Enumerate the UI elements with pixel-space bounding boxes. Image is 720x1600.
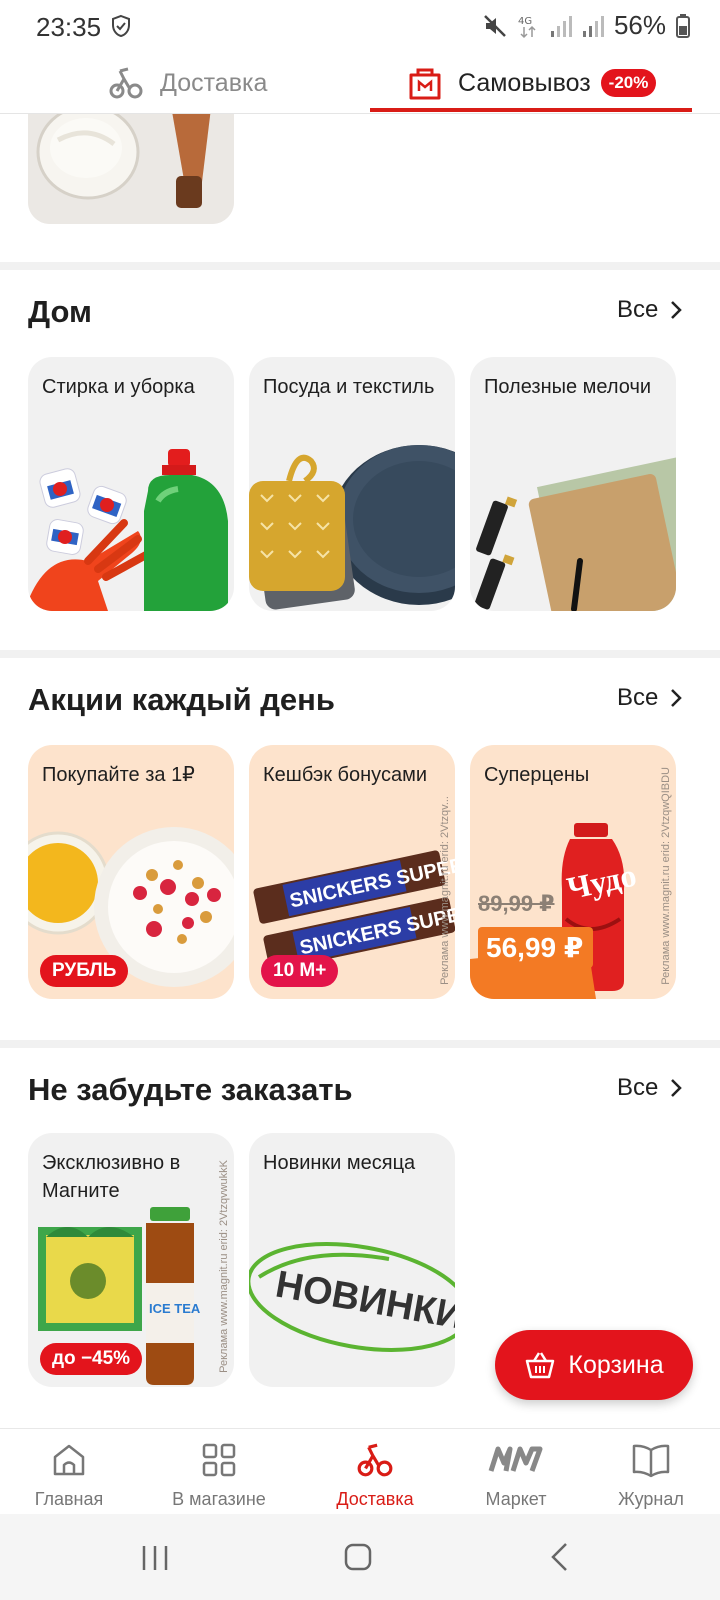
tab-delivery[interactable]: Доставка: [108, 52, 267, 114]
nav-home[interactable]: Главная: [9, 1439, 129, 1510]
nav-label: Журнал: [618, 1489, 684, 1509]
grid-icon: [202, 1443, 236, 1477]
nav-journal[interactable]: Журнал: [591, 1439, 711, 1510]
old-price: 89,99 ₽: [478, 891, 555, 916]
basket-label: Корзина: [568, 1350, 664, 1379]
see-all-promos[interactable]: Все: [617, 684, 683, 712]
card-title: Стирка и уборка: [42, 376, 195, 398]
section-title-dont-forget: Не забудьте заказать: [28, 1072, 353, 1107]
promo-card-buy-for-1[interactable]: Покупайте за 1₽ РУБЛЬ: [28, 745, 234, 999]
new-price: 56,99 ₽: [478, 927, 594, 968]
tab-pickup[interactable]: Самовывоз -20%: [408, 52, 657, 114]
dishes-image: [249, 445, 455, 610]
home-icon: [53, 1444, 85, 1476]
product-text: ICE TEA: [149, 1301, 201, 1316]
signal-icon-2: [582, 15, 604, 37]
category-card-laundry[interactable]: Стирка и уборка: [28, 357, 234, 611]
card-title: Покупайте за 1₽: [42, 764, 195, 786]
laundry-image: [28, 449, 228, 611]
active-tab-indicator: [370, 108, 692, 112]
nav-market[interactable]: Маркет: [456, 1439, 576, 1510]
signal-icon: [550, 15, 572, 37]
card-title: Посуда и текстиль: [263, 376, 435, 398]
partial-category-card[interactable]: [28, 100, 234, 224]
stationery-image: [474, 455, 676, 611]
promo-tag: РУБЛЬ: [40, 955, 129, 987]
section-divider: [0, 262, 720, 270]
new-products-stamp-image: НОВИНКИ: [249, 1242, 455, 1352]
nav-label: Маркет: [485, 1489, 547, 1509]
section-divider: [0, 650, 720, 658]
market-logo-icon: [488, 1446, 543, 1472]
stamp-text: НОВИНКИ: [272, 1263, 455, 1337]
card-title: Кешбэк бонусами: [263, 764, 428, 786]
basket-icon: [526, 1352, 555, 1379]
nav-label: Доставка: [336, 1489, 414, 1509]
ad-note: Реклама www.magnit.ru erid: 2VtzqwQIBDU: [660, 767, 672, 985]
battery-icon: [676, 13, 690, 38]
system-navigation-bar: [0, 1514, 720, 1600]
cosmetics-image: [28, 100, 234, 224]
section-title-promos: Акции каждый день: [28, 682, 335, 717]
bike-icon: [357, 1443, 393, 1477]
basket-button[interactable]: Корзина: [495, 1330, 693, 1400]
card-title: Новинки месяца: [263, 1152, 416, 1174]
category-card-useful-things[interactable]: Полезные мелочи: [470, 357, 676, 611]
bottom-navigation: Главная В магазине Доставка Маркет Журна…: [0, 1428, 720, 1514]
discount-tag: до −45%: [40, 1343, 143, 1375]
section-title-home: Дом: [28, 294, 92, 329]
recent-apps-icon[interactable]: [140, 1544, 170, 1572]
see-all-dont-forget[interactable]: Все: [617, 1074, 683, 1102]
nav-label: В магазине: [172, 1489, 266, 1509]
discount-badge: -20%: [600, 69, 657, 97]
card-title: Полезные мелочи: [484, 376, 652, 398]
tab-pickup-label: Самовывоз: [458, 68, 591, 97]
card-title: Суперцены: [484, 764, 590, 786]
delivery-mode-tabs: Доставка Самовывоз -20%: [0, 52, 720, 114]
home-button-icon[interactable]: [343, 1542, 373, 1572]
bike-icon: [109, 67, 143, 99]
battery-percent: 56%: [613, 10, 666, 40]
mute-icon: [484, 14, 506, 37]
section-divider: [0, 1040, 720, 1048]
see-all-label: Все: [617, 296, 659, 323]
status-bar: 23:35 4G 56%: [0, 0, 720, 52]
category-card-new-products[interactable]: Новинки месяца НОВИНКИ: [249, 1133, 455, 1387]
ad-note: Реклама www.magnit.ru erid: 2Vtzqv...: [439, 796, 451, 985]
see-all-home[interactable]: Все: [617, 296, 683, 324]
chevron-right-icon: [671, 301, 683, 319]
nav-in-store[interactable]: В магазине: [159, 1439, 279, 1510]
promo-tag: 10 M+: [261, 955, 339, 987]
network-4g-icon: 4G: [518, 16, 536, 38]
category-card-dishes[interactable]: Посуда и текстиль: [249, 357, 455, 611]
shopping-bag-icon: [409, 68, 441, 100]
svg-text:4G: 4G: [518, 16, 532, 27]
nav-delivery[interactable]: Доставка: [315, 1439, 435, 1510]
category-card-exclusive[interactable]: Эксклюзивно в Магните ICE TEA до −45% Ре…: [28, 1133, 234, 1387]
chevron-right-icon: [671, 689, 683, 707]
chevron-right-icon: [671, 1079, 683, 1097]
promo-card-superprices[interactable]: Суперцены Чудо 89,99 ₽ 56,99 ₽ Реклама w…: [470, 745, 676, 999]
promo-card-cashback[interactable]: Кешбэк бонусами SNICKERS SUPER SNICKERS …: [249, 745, 455, 999]
ad-note: Реклама www.magnit.ru erid: 2VtzqvwukkK: [218, 1160, 230, 1373]
shield-icon: [112, 14, 130, 38]
status-time: 23:35: [36, 12, 102, 42]
nav-label: Главная: [34, 1489, 104, 1509]
see-all-label: Все: [617, 684, 659, 711]
book-icon: [632, 1444, 670, 1478]
back-icon[interactable]: [548, 1542, 570, 1572]
see-all-label: Все: [617, 1074, 659, 1101]
tab-delivery-label: Доставка: [160, 68, 268, 97]
